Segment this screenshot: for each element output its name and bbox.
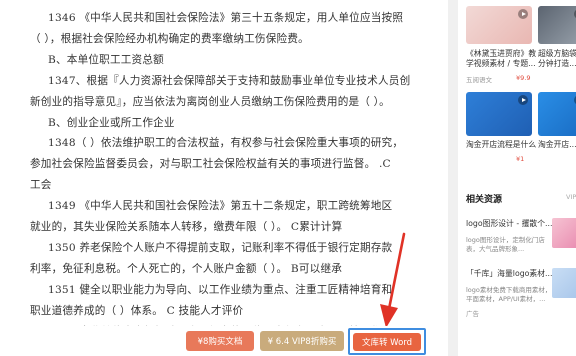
course-title[interactable]: 分钟打造... bbox=[538, 59, 576, 69]
convert-to-word-button[interactable]: 文库转 Word bbox=[353, 333, 421, 351]
document-body: 1346 《中华人民共和国社会保险法》第三十五条规定，用人单位应当按照 （ ），根… bbox=[0, 0, 430, 356]
annotation-arrow bbox=[380, 232, 406, 328]
course-title[interactable]: 超级方脑袋 bbox=[538, 49, 576, 59]
document-line: 工会 bbox=[30, 179, 52, 192]
course-price: ¥9.9 bbox=[516, 74, 531, 82]
resource-thumbnail[interactable] bbox=[552, 218, 576, 248]
course-thumbnail[interactable] bbox=[466, 6, 532, 44]
document-line: 1347、根据『人力资源社会保障部关于支持和鼓励事业单位专业技术人员创 bbox=[48, 74, 411, 87]
course-thumbnail[interactable] bbox=[538, 6, 576, 44]
resource-title[interactable]: 「千库」海量logo素材... bbox=[466, 269, 552, 279]
document-line: 1350 养老保险个人账户不得提前支取，记账利率不得低于银行定期存款 bbox=[48, 241, 393, 254]
document-line: 新创业的指导意见』，应当依法为离岗创业人员缴纳工伤保险费用的是（ ）。 bbox=[30, 95, 390, 108]
sidebar: 《林黛玉进贾府》教 学视频素材 / 专题... 五阅语文 ¥9.9 超级方脑袋 … bbox=[458, 0, 576, 356]
resources-tag: VIP bbox=[566, 193, 576, 201]
document-page: 1346 《中华人民共和国社会保险法》第三十五条规定，用人单位应当按照 （ ），根… bbox=[0, 0, 448, 356]
course-price: ¥1 bbox=[516, 155, 525, 163]
column-divider bbox=[448, 0, 458, 356]
course-title[interactable]: 淘金开店流程是什么 bbox=[466, 140, 536, 150]
document-line: 利率，免征利息税。个人死亡的，个人账户金额（ ）。 B可以继承 bbox=[30, 262, 343, 275]
download-toolbar: ¥8购买文档 ¥ 6.4 VIP8折购买 文库转 Word bbox=[0, 326, 448, 356]
resource-title[interactable]: logo图形设计 - 攫散个... bbox=[466, 219, 552, 229]
document-line: B、本单位职工工资总额 bbox=[48, 53, 164, 66]
document-line: 1348（ ）依法维护职工的合法权益，有权参与社会保险重大事项的研究， bbox=[48, 137, 404, 150]
resource-desc: 平面素材，APP/UI素材，... bbox=[466, 295, 546, 303]
course-title[interactable]: 学视频素材 / 专题... bbox=[466, 59, 536, 69]
related-resources-heading: 相关资源 bbox=[466, 195, 503, 205]
course-thumbnail[interactable] bbox=[466, 92, 532, 136]
document-line: 参加社会保险监督委员会，对与职工社会保险权益有关的事项进行监督。 .C bbox=[30, 158, 391, 171]
document-line: B、创业企业或所工作企业 bbox=[48, 116, 175, 129]
document-line: 就业的，其失业保险关系随本人转移，缴费年限（ ）。 C累计计算 bbox=[30, 221, 343, 234]
play-icon bbox=[518, 95, 528, 105]
document-line: 1349 《中华人民共和国社会保险法》第五十二条规定，职工跨统筹地区 bbox=[48, 200, 393, 213]
document-line: （ ），根据社会保险经办机构确定的费率缴纳工伤保险费。 bbox=[30, 32, 309, 45]
vip-discount-button[interactable]: ¥ 6.4 VIP8折购买 bbox=[260, 331, 344, 351]
document-line: 1351 健全以职业能力为导向、以工作业绩为重点、注重工匠精神培育和 bbox=[48, 283, 393, 296]
course-author: 五阅语文 bbox=[466, 76, 492, 84]
course-thumbnail[interactable] bbox=[538, 92, 576, 136]
resource-thumbnail[interactable] bbox=[552, 268, 576, 298]
course-title[interactable]: 《林黛玉进贾府》教 bbox=[466, 49, 536, 59]
course-title[interactable]: 淘金开店... bbox=[538, 140, 576, 150]
buy-document-button[interactable]: ¥8购买文档 bbox=[186, 331, 254, 351]
document-line: 职业道德养成的（ ）体系。 C 技能人才评价 bbox=[30, 304, 244, 317]
word-button-highlight: 文库转 Word bbox=[348, 328, 426, 355]
play-icon bbox=[518, 9, 528, 19]
resource-desc: 表，大气品牌形象... bbox=[466, 245, 525, 253]
document-line: 1346 《中华人民共和国社会保险法》第三十五条规定，用人单位应当按照 bbox=[48, 12, 404, 24]
ad-label: 广告 bbox=[466, 310, 479, 318]
